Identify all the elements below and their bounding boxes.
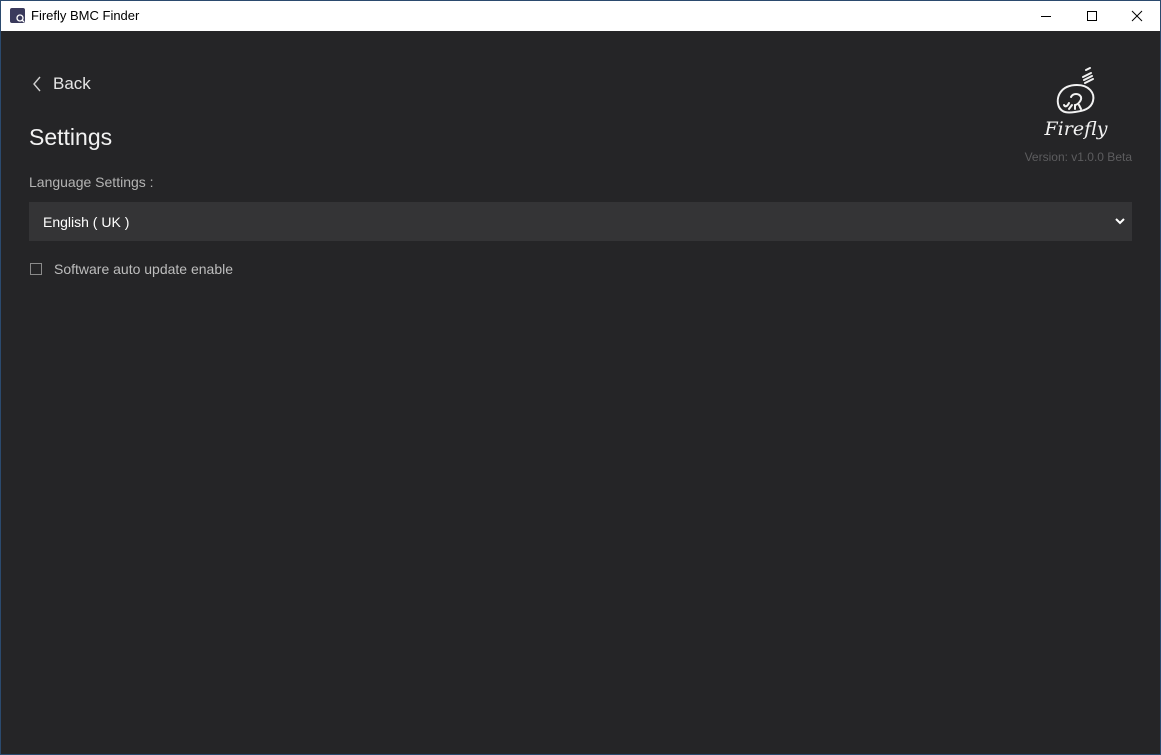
back-label: Back	[53, 74, 91, 93]
window-title: Firefly BMC Finder	[31, 8, 140, 23]
version-label: Version: v1.0.0 Beta	[1024, 150, 1132, 164]
title-bar[interactable]: Firefly BMC Finder	[1, 1, 1160, 31]
back-button[interactable]: Back	[32, 72, 91, 96]
maximize-icon	[1087, 11, 1097, 21]
minimize-icon	[1041, 16, 1051, 17]
language-settings-label: Language Settings :	[29, 174, 154, 190]
svg-text:Firefly: Firefly	[1044, 118, 1108, 140]
language-select-value: English ( UK )	[43, 213, 130, 230]
chevron-down-icon	[1115, 218, 1125, 225]
close-icon	[1131, 10, 1143, 22]
page-title: Settings	[29, 124, 113, 150]
maximize-button[interactable]	[1069, 1, 1115, 31]
app-window: Firefly BMC Finder Back Settings Languag…	[0, 0, 1161, 755]
firefly-logo: Firefly	[1044, 67, 1108, 140]
settings-page: Back Settings Language Settings : Englis…	[1, 31, 1160, 754]
close-button[interactable]	[1114, 1, 1160, 31]
auto-update-checkbox[interactable]	[30, 263, 42, 275]
chevron-left-icon	[33, 76, 41, 92]
auto-update-option[interactable]: Software auto update enable	[30, 261, 233, 277]
app-icon	[10, 8, 25, 23]
minimize-button[interactable]	[1023, 1, 1069, 31]
auto-update-label: Software auto update enable	[54, 261, 234, 277]
language-select[interactable]: English ( UK )	[29, 202, 1132, 241]
